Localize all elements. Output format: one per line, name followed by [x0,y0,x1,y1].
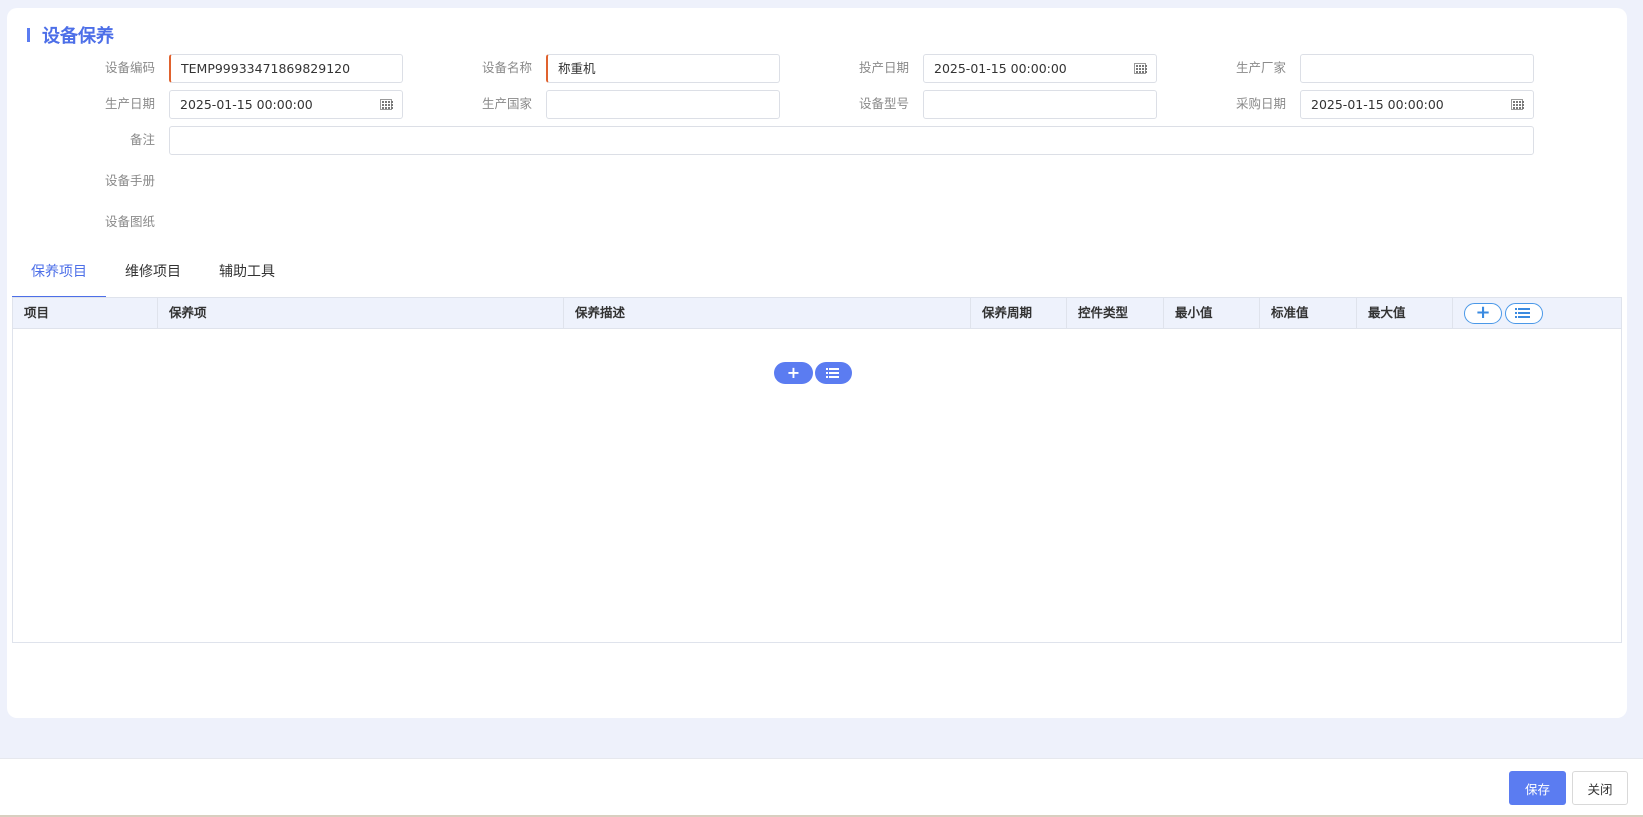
device-name-label: 设备名称 [481,60,532,75]
list-icon [825,368,839,378]
column-header-standard-value: 标准值 [1260,298,1357,328]
column-header-actions: + [1453,298,1621,328]
production-start-date-label: 投产日期 [858,60,909,75]
production-date-value: 2025-01-15 00:00:00 [180,97,313,112]
plus-icon: + [1475,302,1491,323]
remarks-field[interactable] [169,126,1534,155]
title-accent-bar [27,28,30,42]
tab-auxiliary-tools[interactable]: 辅助工具 [200,256,294,293]
device-code-field[interactable]: TEMP99933471869829120 [169,54,403,83]
remarks-label: 备注 [129,132,155,147]
page-title: 设备保养 [42,26,114,47]
grid-header: 项目 保养项 保养描述 保养周期 控件类型 最小值 标准值 最大值 + [13,298,1621,329]
list-icon [1515,308,1530,318]
device-name-field[interactable]: 称重机 [546,54,780,83]
device-code-value: TEMP99933471869829120 [181,61,351,76]
device-manual-label: 设备手册 [104,173,155,188]
footer-bar: 保存 关闭 [0,758,1643,817]
device-drawing-label: 设备图纸 [104,214,155,229]
purchase-date-value: 2025-01-15 00:00:00 [1311,97,1444,112]
purchase-date-field[interactable]: 2025-01-15 00:00:00 [1300,90,1534,119]
section-title: 设备保养 [27,22,114,48]
production-start-date-field[interactable]: 2025-01-15 00:00:00 [923,54,1157,83]
calendar-icon[interactable] [1511,99,1524,110]
tab-bar: 保养项目 维修项目 辅助工具 [12,256,294,298]
save-button[interactable]: 保存 [1509,771,1566,805]
production-country-field[interactable] [546,90,780,119]
purchase-date-label: 采购日期 [1235,96,1286,111]
column-header-description: 保养描述 [564,298,971,328]
manufacturer-label: 生产厂家 [1235,60,1286,75]
production-date-label: 生产日期 [104,96,155,111]
maintenance-items-grid: 项目 保养项 保养描述 保养周期 控件类型 最小值 标准值 最大值 + [12,297,1622,643]
header-add-row-button[interactable]: + [1464,302,1502,324]
production-date-field[interactable]: 2025-01-15 00:00:00 [169,90,403,119]
manufacturer-field[interactable] [1300,54,1534,83]
device-model-label: 设备型号 [858,96,909,111]
plus-icon: + [786,363,801,382]
column-header-cycle: 保养周期 [971,298,1067,328]
production-start-date-value: 2025-01-15 00:00:00 [934,61,1067,76]
empty-grid-actions: + [774,362,852,384]
column-header-min-value: 最小值 [1164,298,1260,328]
header-batch-edit-button[interactable] [1505,302,1543,324]
empty-add-row-button[interactable]: + [774,362,813,384]
close-button[interactable]: 关闭 [1572,771,1628,805]
column-header-control-type: 控件类型 [1067,298,1164,328]
device-name-value: 称重机 [558,61,596,76]
device-model-field[interactable] [923,90,1157,119]
device-code-label: 设备编码 [104,60,155,75]
production-country-label: 生产国家 [481,96,532,111]
empty-batch-edit-button[interactable] [815,362,852,384]
calendar-icon[interactable] [380,99,393,110]
tab-repair-items[interactable]: 维修项目 [106,256,200,293]
column-header-maintenance-item: 保养项 [158,298,564,328]
column-header-item: 项目 [13,298,158,328]
column-header-max-value: 最大值 [1357,298,1453,328]
tab-maintenance-items[interactable]: 保养项目 [12,256,106,298]
calendar-icon[interactable] [1134,63,1147,74]
